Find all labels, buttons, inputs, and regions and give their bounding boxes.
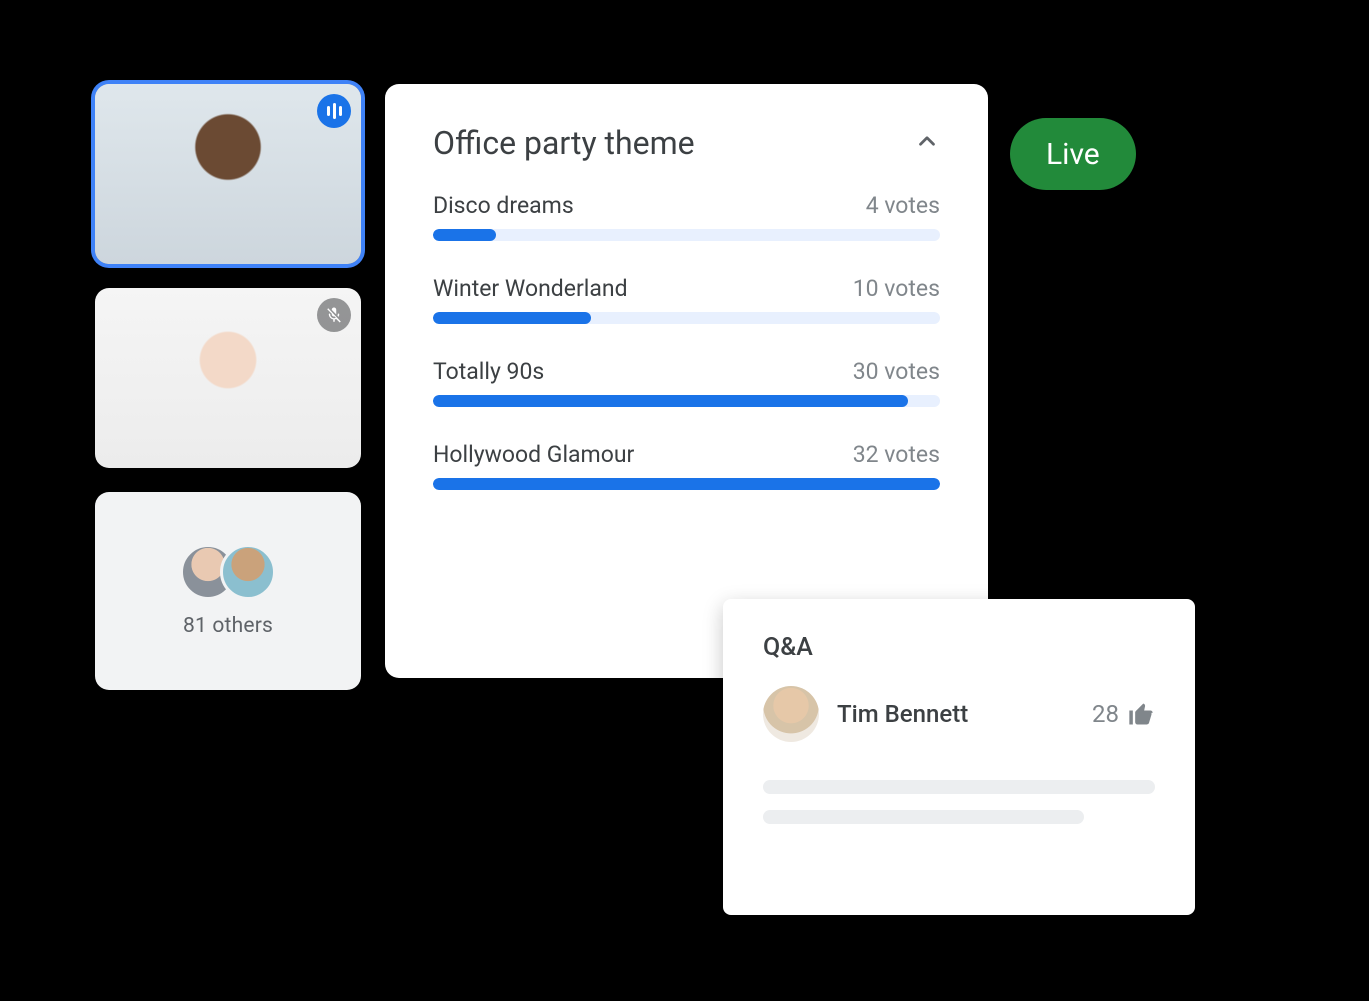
poll-option-bar bbox=[433, 395, 940, 407]
poll-option-bar-fill bbox=[433, 478, 940, 490]
chevron-up-icon[interactable] bbox=[914, 128, 940, 158]
participant-tile-2[interactable] bbox=[95, 288, 361, 468]
thumbs-up-icon bbox=[1127, 700, 1155, 728]
speaking-icon bbox=[317, 94, 351, 128]
qa-question-text-placeholder bbox=[763, 810, 1084, 824]
qa-author-name: Tim Bennett bbox=[837, 700, 1074, 728]
mic-off-icon bbox=[317, 298, 351, 332]
poll-option-votes: 30 votes bbox=[853, 358, 940, 385]
qa-question-text-placeholder bbox=[763, 780, 1155, 794]
qa-card: Q&A Tim Bennett 28 bbox=[723, 599, 1195, 915]
qa-like-button[interactable]: 28 bbox=[1092, 700, 1155, 728]
poll-option-bar-fill bbox=[433, 229, 496, 241]
poll-option[interactable]: Winter Wonderland 10 votes bbox=[433, 275, 940, 324]
overflow-participants-tile[interactable]: 81 others bbox=[95, 492, 361, 690]
poll-option-votes: 4 votes bbox=[866, 192, 940, 219]
poll-option[interactable]: Hollywood Glamour 32 votes bbox=[433, 441, 940, 490]
poll-option-label: Hollywood Glamour bbox=[433, 441, 634, 468]
overflow-avatars bbox=[180, 544, 276, 600]
avatar bbox=[220, 544, 276, 600]
poll-option[interactable]: Disco dreams 4 votes bbox=[433, 192, 940, 241]
avatar bbox=[763, 686, 819, 742]
poll-option-votes: 10 votes bbox=[853, 275, 940, 302]
qa-like-count: 28 bbox=[1092, 700, 1119, 728]
overflow-count-label: 81 others bbox=[183, 614, 273, 638]
poll-option-label: Winter Wonderland bbox=[433, 275, 628, 302]
live-label: Live bbox=[1046, 137, 1100, 172]
poll-option-votes: 32 votes bbox=[853, 441, 940, 468]
live-badge: Live bbox=[1010, 118, 1136, 190]
poll-option-label: Totally 90s bbox=[433, 358, 544, 385]
poll-option-bar bbox=[433, 229, 940, 241]
poll-option-bar-fill bbox=[433, 312, 591, 324]
poll-card: Office party theme Disco dreams 4 votes Wi… bbox=[385, 84, 988, 678]
qa-title: Q&A bbox=[763, 633, 1155, 662]
poll-option[interactable]: Totally 90s 30 votes bbox=[433, 358, 940, 407]
poll-option-bar bbox=[433, 312, 940, 324]
poll-option-bar bbox=[433, 478, 940, 490]
poll-title: Office party theme bbox=[433, 124, 695, 162]
poll-option-bar-fill bbox=[433, 395, 908, 407]
poll-option-label: Disco dreams bbox=[433, 192, 574, 219]
participant-tile-1[interactable] bbox=[95, 84, 361, 264]
qa-entry[interactable]: Tim Bennett 28 bbox=[763, 686, 1155, 742]
